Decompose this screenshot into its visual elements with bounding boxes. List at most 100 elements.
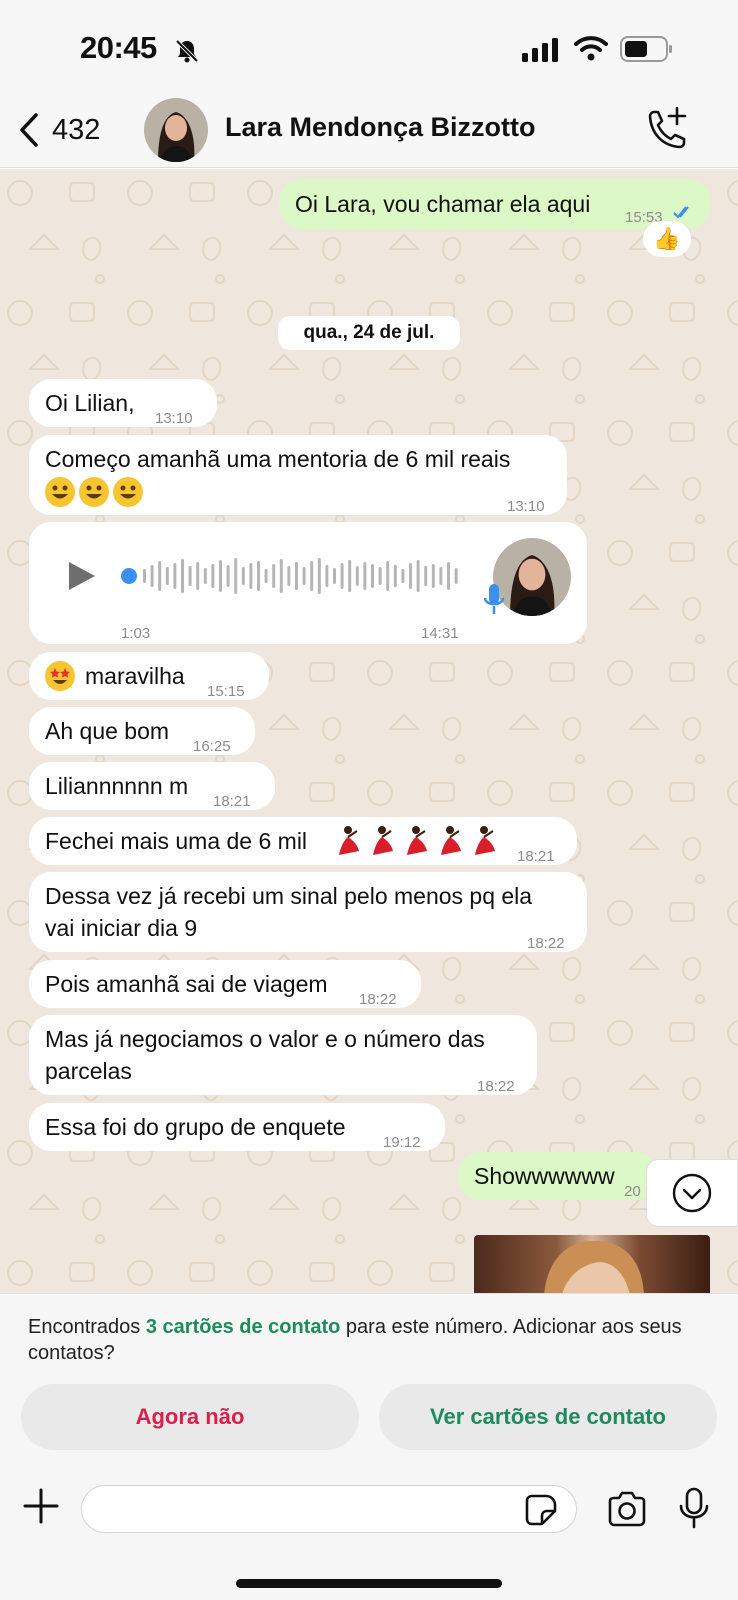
message-input[interactable] (81, 1485, 577, 1533)
waveform-bar (424, 566, 428, 586)
incoming-message[interactable]: Ah que bom 16:25 (29, 707, 255, 755)
incoming-message[interactable]: Dessa vez já recebi um sinal pelo menos … (29, 872, 587, 952)
outgoing-message[interactable]: Oi Lara, vou chamar ela aqui 15:53 (279, 179, 710, 229)
waveform-bar (264, 569, 268, 583)
star-struck-emoji-icon (45, 661, 75, 691)
waveform-bar (188, 566, 192, 586)
voice-duration: 1:03 (121, 625, 151, 642)
outgoing-message[interactable]: Showwwwww 20 (458, 1152, 658, 1200)
chat-area[interactable]: Oi Lara, vou chamar ela aqui 15:53 👍 qua… (0, 169, 738, 1293)
double-check-icon (673, 206, 689, 219)
banner-text-start: Encontrados (28, 1316, 146, 1338)
microphone-icon[interactable] (678, 1487, 710, 1529)
date-separator: qua., 24 de jul. (278, 316, 460, 350)
waveform-bar (409, 563, 412, 589)
waveform-bar (348, 560, 352, 592)
view-contact-cards-button[interactable]: Ver cartões de contato (379, 1384, 717, 1450)
waveform-bar (181, 559, 184, 593)
message-time: 18:22 (359, 991, 397, 1008)
plus-icon[interactable] (22, 1487, 60, 1525)
add-call-icon[interactable] (644, 106, 688, 152)
message-time: 13:10 (507, 498, 545, 515)
contact-cards-link[interactable]: 3 cartões de contato (146, 1316, 341, 1338)
waveform-bar (203, 568, 207, 584)
waveform-bar (340, 563, 344, 589)
message-text: parcelas (45, 1058, 132, 1084)
signal-icon (522, 38, 558, 62)
waveform-bar (317, 558, 321, 594)
voice-message[interactable]: 1:03 14:31 (29, 522, 587, 644)
wifi-icon (574, 36, 608, 61)
waveform-bar (393, 565, 397, 587)
waveform-bar (447, 562, 450, 590)
play-icon[interactable] (67, 560, 97, 592)
not-now-button[interactable]: Agora não (21, 1384, 359, 1450)
message-text: maravilha (85, 663, 185, 689)
banner-message: Encontrados 3 cartões de contato para es… (28, 1314, 718, 1366)
message-time: 13:10 (155, 410, 193, 427)
incoming-message[interactable]: maravilha 15:15 (29, 652, 269, 700)
unread-count: 432 (52, 113, 101, 146)
grinning-emoji-icons (45, 477, 143, 507)
microphone-icon (483, 584, 505, 614)
waveform-bar (241, 567, 245, 585)
muted-bell-icon (175, 39, 199, 63)
waveform-bar (416, 560, 420, 592)
incoming-message[interactable]: Pois amanhã sai de viagem 18:22 (29, 960, 421, 1008)
waveform-bar (295, 562, 298, 590)
waveform-bar (333, 568, 336, 584)
message-time: 14:31 (421, 625, 459, 642)
waveform-bar (378, 567, 382, 585)
scroll-to-bottom-button[interactable] (646, 1159, 738, 1227)
voice-waveform[interactable] (121, 556, 465, 596)
status-bar: 20:45 (0, 0, 738, 100)
waveform-bar (226, 565, 230, 587)
waveform-bar (371, 564, 374, 588)
message-time: 18:21 (517, 848, 555, 865)
contact-avatar[interactable] (144, 98, 208, 162)
waveform-bar (158, 561, 162, 591)
back-button[interactable]: 432 (18, 110, 100, 150)
waveform-bar (249, 563, 253, 589)
message-text: Fechei mais uma de 6 mil (45, 828, 308, 854)
waveform-bar (287, 566, 291, 586)
camera-icon[interactable] (606, 1491, 648, 1527)
chat-header: 432 Lara Mendonça Bizzotto (0, 92, 738, 168)
playback-position-dot (121, 568, 137, 584)
reaction-badge[interactable]: 👍 (643, 221, 691, 257)
home-indicator (236, 1579, 502, 1588)
incoming-message[interactable]: Oi Lilian, 13:10 (29, 379, 217, 427)
incoming-message[interactable]: Mas já negociamos o valor e o número das… (29, 1015, 537, 1095)
incoming-message[interactable]: Começo amanhã uma mentoria de 6 mil reai… (29, 435, 567, 515)
image-message-thumbnail[interactable] (474, 1235, 710, 1293)
incoming-message[interactable]: Liliannnnnn m 18:21 (29, 762, 275, 810)
message-text: Essa foi do grupo de enquete (45, 1114, 346, 1140)
message-text: Mas já negociamos o valor e o número das (45, 1026, 485, 1052)
waveform-bar (211, 564, 215, 588)
waveform-bar (196, 562, 200, 590)
waveform-bar (150, 565, 154, 587)
battery-icon (620, 36, 672, 62)
message-input-bar (0, 1467, 738, 1600)
message-text: Ah que bom (45, 718, 170, 744)
message-text: Começo amanhã uma mentoria de 6 mil reai… (45, 446, 511, 472)
waveform-bar (219, 560, 222, 592)
message-text: Pois amanhã sai de viagem (45, 971, 328, 997)
waveform-bar (302, 567, 306, 585)
message-text: Oi Lara, vou chamar ela aqui (295, 191, 591, 217)
waveform-bar (363, 562, 367, 590)
sticker-icon[interactable] (524, 1493, 558, 1527)
contact-name[interactable]: Lara Mendonça Bizzotto (225, 112, 536, 143)
incoming-message[interactable]: Essa foi do grupo de enquete 19:12 (29, 1103, 445, 1151)
incoming-message[interactable]: Fechei mais uma de 6 mil 18:21 (29, 817, 577, 865)
waveform-bar (431, 564, 435, 588)
waveform-bar (272, 564, 276, 588)
message-time: 19:12 (383, 1134, 421, 1151)
message-time: 18:21 (213, 793, 251, 810)
waveform-bar (386, 561, 390, 591)
waveform-bar (165, 567, 169, 585)
message-time: 18:22 (527, 935, 565, 952)
message-text: Liliannnnnn m (45, 773, 189, 799)
message-time: 18:22 (477, 1078, 515, 1095)
waveform-bar (234, 558, 238, 594)
